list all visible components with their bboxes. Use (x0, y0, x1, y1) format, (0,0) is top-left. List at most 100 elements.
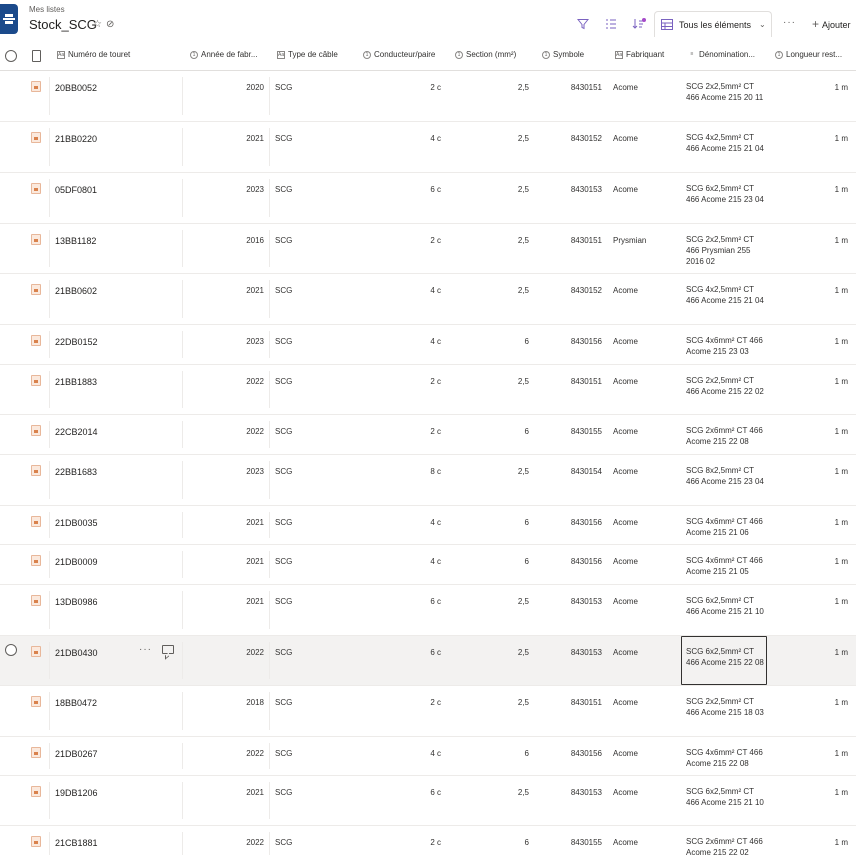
cell-denomination[interactable]: SCG 2x6mm² CT 466 Acome 215 22 08 (686, 425, 764, 447)
cell-longueur[interactable]: 1 m (835, 236, 848, 245)
cell-longueur[interactable]: 1 m (835, 427, 848, 436)
cell-annee[interactable]: 2021 (246, 518, 264, 527)
row-select-radio[interactable] (5, 644, 17, 656)
breadcrumb[interactable]: Mes listes (29, 5, 65, 14)
file-icon[interactable] (31, 747, 41, 758)
file-icon[interactable] (31, 516, 41, 527)
cell-annee[interactable]: 2022 (246, 749, 264, 758)
cell-annee[interactable]: 2023 (246, 185, 264, 194)
cell-denomination[interactable]: SCG 8x2,5mm² CT 466 Acome 215 23 04 (686, 465, 764, 487)
filter-icon[interactable] (575, 16, 591, 32)
table-row[interactable]: 19DB1206 2021 SCG 6 c 2,5 8430153 Acome SCG 6x2… (0, 776, 856, 826)
cell-type[interactable]: SCG (275, 838, 292, 847)
cell-annee[interactable]: 2021 (246, 134, 264, 143)
cell-longueur[interactable]: 1 m (835, 648, 848, 657)
cell-conducteur[interactable]: 2 c (430, 698, 441, 707)
cell-numero[interactable]: 18BB0472 (55, 698, 97, 708)
cell-section[interactable]: 2,5 (518, 648, 529, 657)
table-row[interactable]: 21DB0430 ··· 2022 SCG 6 c 2,5 8430153 Acome SCG … (0, 636, 856, 686)
cell-denomination[interactable]: SCG 4x6mm² CT 466 Acome 215 21 06 (686, 516, 764, 538)
cell-section[interactable]: 2,5 (518, 788, 529, 797)
cell-denomination[interactable]: SCG 6x2,5mm² CT 466 Acome 215 21 10 (686, 595, 764, 617)
cell-fabricant[interactable]: Acome (613, 749, 638, 758)
cell-numero[interactable]: 13BB1182 (55, 236, 96, 246)
cell-numero[interactable]: 21DB0035 (55, 518, 98, 528)
cell-longueur[interactable]: 1 m (835, 134, 848, 143)
column-header-conducteur[interactable]: 1 Conducteur/paire (363, 50, 435, 59)
cell-section[interactable]: 2,5 (518, 236, 529, 245)
comment-icon[interactable] (162, 645, 174, 654)
cell-type[interactable]: SCG (275, 236, 292, 245)
cell-fabricant[interactable]: Acome (613, 597, 638, 606)
table-row[interactable]: 21BB0220 2021 SCG 4 c 2,5 8430152 Acome SCG 4x2… (0, 122, 856, 173)
column-header-symbole[interactable]: 1 Symbole (542, 50, 584, 59)
cell-section[interactable]: 2,5 (518, 134, 529, 143)
cell-symbole[interactable]: 8430154 (571, 467, 602, 476)
cell-conducteur[interactable]: 8 c (430, 467, 441, 476)
cell-type[interactable]: SCG (275, 749, 292, 758)
cell-conducteur[interactable]: 2 c (430, 377, 441, 386)
file-icon[interactable] (31, 335, 41, 346)
cell-type[interactable]: SCG (275, 557, 292, 566)
cell-section[interactable]: 6 (525, 749, 529, 758)
select-all-radio[interactable] (5, 50, 17, 62)
cell-longueur[interactable]: 1 m (835, 597, 848, 606)
cell-conducteur[interactable]: 6 c (430, 597, 441, 606)
file-icon[interactable] (31, 81, 41, 92)
cell-denomination[interactable]: SCG 2x2,5mm² CT 466 Acome 215 18 03 (686, 696, 764, 718)
file-icon[interactable] (31, 786, 41, 797)
cell-type[interactable]: SCG (275, 134, 292, 143)
cell-longueur[interactable]: 1 m (835, 749, 848, 758)
file-icon[interactable] (31, 646, 41, 657)
cell-conducteur[interactable]: 4 c (430, 286, 441, 295)
cell-type[interactable]: SCG (275, 337, 292, 346)
cell-section[interactable]: 2,5 (518, 377, 529, 386)
cell-longueur[interactable]: 1 m (835, 83, 848, 92)
cell-denomination[interactable]: SCG 2x2,5mm² CT 466 Prysmian 255 2016 02 (686, 234, 764, 267)
cell-fabricant[interactable]: Acome (613, 185, 638, 194)
table-row[interactable]: 21DB0267 2022 SCG 4 c 6 8430156 Acome SCG 4x6mm… (0, 737, 856, 776)
cell-conducteur[interactable]: 6 c (430, 185, 441, 194)
cell-conducteur[interactable]: 4 c (430, 749, 441, 758)
cell-symbole[interactable]: 8430153 (571, 788, 602, 797)
cell-symbole[interactable]: 8430156 (571, 518, 602, 527)
cell-type[interactable]: SCG (275, 286, 292, 295)
cell-fabricant[interactable]: Acome (613, 788, 638, 797)
cell-denomination[interactable]: SCG 4x6mm² CT 466 Acome 215 22 08 (686, 747, 764, 769)
table-row[interactable]: 21BB1883 2022 SCG 2 c 2,5 8430151 Acome SCG 2x2… (0, 365, 856, 415)
cell-denomination[interactable]: SCG 4x6mm² CT 466 Acome 215 21 05 (686, 555, 764, 577)
column-header-denomination[interactable]: ≡ Dénomination... (688, 50, 756, 59)
cell-annee[interactable]: 2022 (246, 377, 264, 386)
sort-icon[interactable] (631, 16, 647, 32)
cell-symbole[interactable]: 8430153 (571, 648, 602, 657)
cell-annee[interactable]: 2023 (246, 337, 264, 346)
table-row[interactable]: 21DB0035 2021 SCG 4 c 6 8430156 Acome SCG 4x6mm… (0, 506, 856, 545)
cell-numero[interactable]: 22DB0152 (55, 337, 98, 347)
cell-conducteur[interactable]: 2 c (430, 427, 441, 436)
cell-fabricant[interactable]: Acome (613, 134, 638, 143)
cell-annee[interactable]: 2021 (246, 597, 264, 606)
cell-denomination[interactable]: SCG 6x2,5mm² CT 466 Acome 215 22 08 (686, 646, 764, 668)
follow-check-icon[interactable]: ⊘ (106, 20, 114, 30)
cell-section[interactable]: 2,5 (518, 83, 529, 92)
cell-section[interactable]: 6 (525, 838, 529, 847)
group-icon[interactable] (603, 16, 619, 32)
cell-longueur[interactable]: 1 m (835, 557, 848, 566)
cell-annee[interactable]: 2022 (246, 838, 264, 847)
cell-annee[interactable]: 2018 (246, 698, 264, 707)
file-icon[interactable] (31, 425, 41, 436)
cell-denomination[interactable]: SCG 2x6mm² CT 466 Acome 215 22 02 (686, 836, 764, 855)
cell-conducteur[interactable]: 4 c (430, 134, 441, 143)
file-type-header-icon[interactable] (32, 50, 41, 62)
cell-longueur[interactable]: 1 m (835, 698, 848, 707)
cell-numero[interactable]: 21DB0430 (55, 648, 98, 658)
cell-annee[interactable]: 2021 (246, 286, 264, 295)
file-icon[interactable] (31, 375, 41, 386)
cell-type[interactable]: SCG (275, 597, 292, 606)
file-icon[interactable] (31, 465, 41, 476)
cell-fabricant[interactable]: Acome (613, 698, 638, 707)
cell-fabricant[interactable]: Acome (613, 286, 638, 295)
cell-type[interactable]: SCG (275, 698, 292, 707)
cell-conducteur[interactable]: 2 c (430, 236, 441, 245)
favorite-star-icon[interactable]: ☆ (93, 20, 102, 30)
